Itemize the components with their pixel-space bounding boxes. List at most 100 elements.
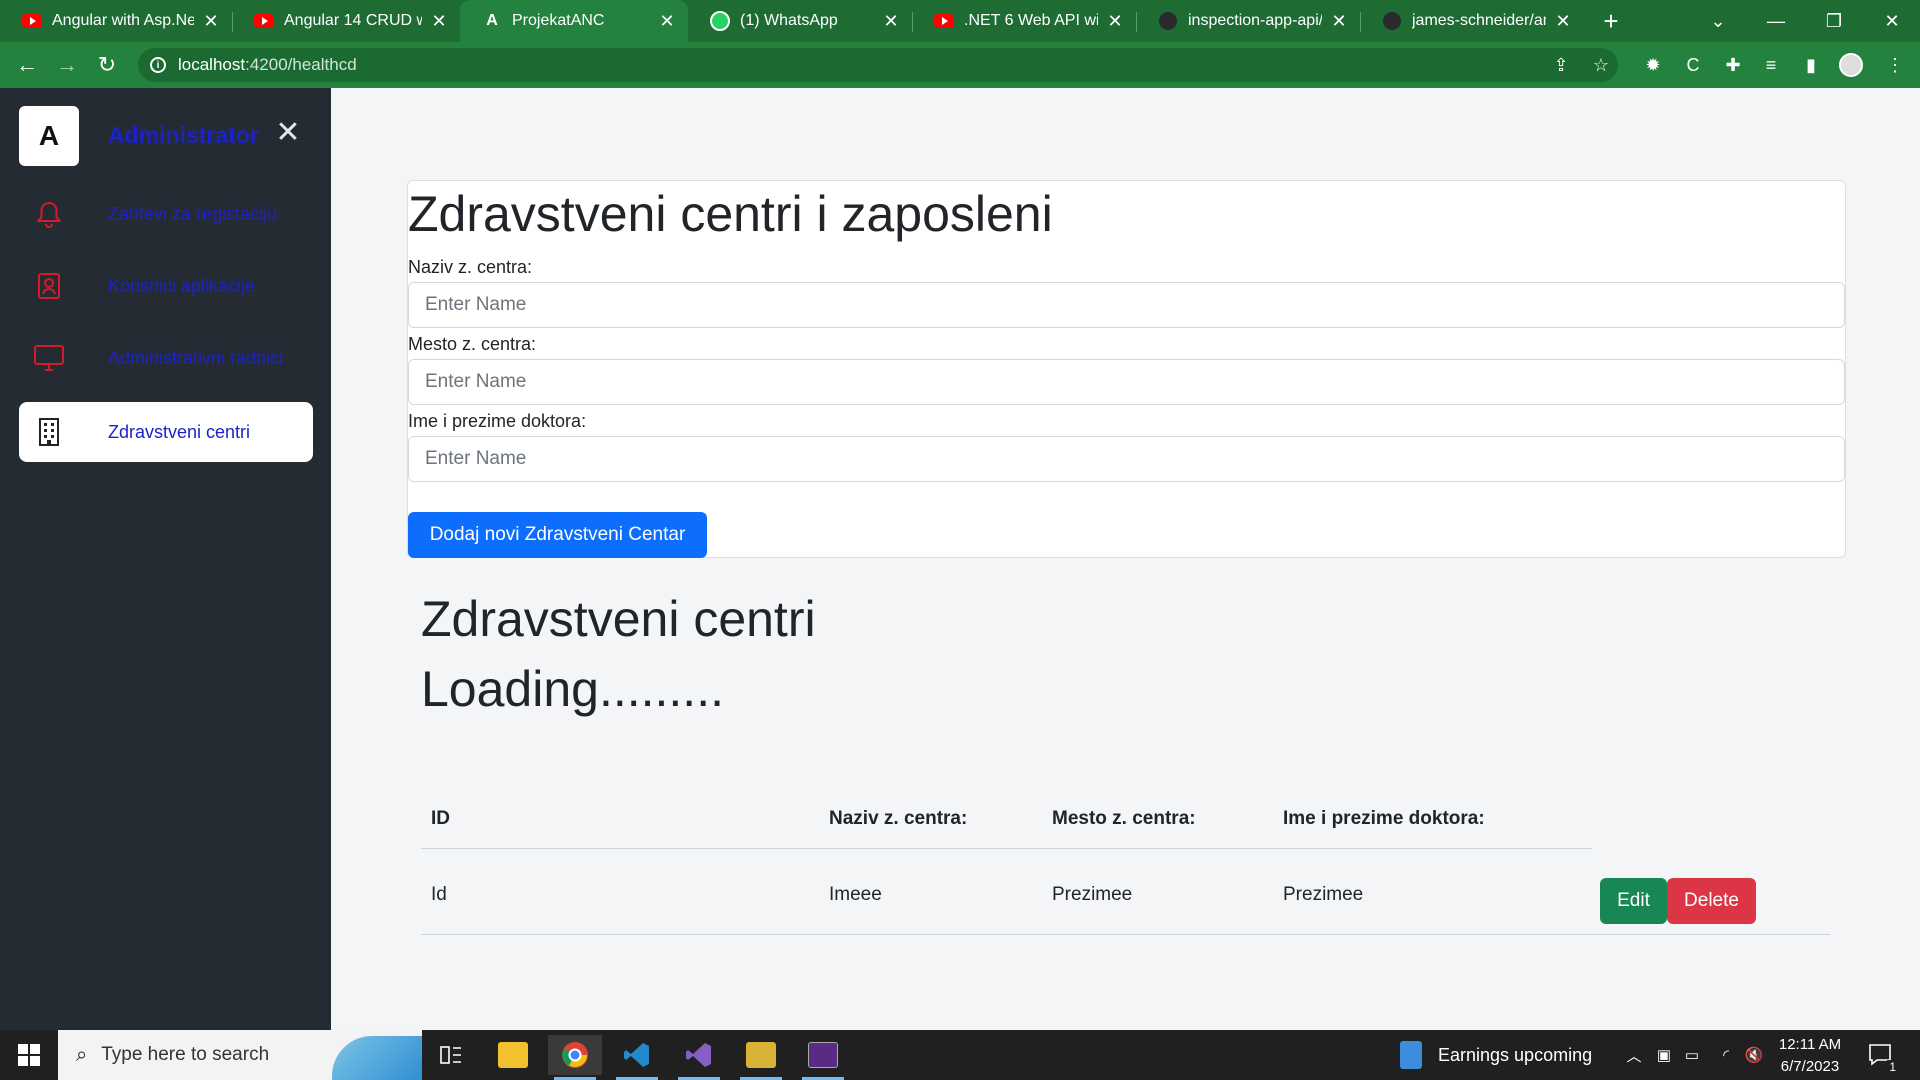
bookmark-star-icon[interactable]: ☆ [1586,50,1616,80]
vscode-icon[interactable] [610,1035,664,1080]
battery-icon[interactable]: ▭ [1678,1030,1706,1080]
close-tab-icon[interactable]: ✕ [1104,10,1126,32]
column-header-id: ID [431,808,450,829]
sidebar-item-label: Korisnici aplikacije [108,275,256,296]
extension-c-icon[interactable]: C [1678,50,1708,80]
terminal-icon[interactable] [796,1035,850,1080]
close-tab-icon[interactable]: ✕ [1552,10,1574,32]
news-widget[interactable]: Earnings upcoming [1400,1030,1592,1080]
sidebar-item-health-centers[interactable]: Zdravstveni centri [19,402,313,462]
building-icon [19,417,79,447]
show-hidden-icons-chevron-icon[interactable]: ︿ [1620,1030,1648,1080]
system-clock[interactable]: 12:11 AM 6/7/2023 [1770,1034,1850,1078]
add-health-center-button[interactable]: Dodaj novi Zdravstveni Centar [408,512,707,558]
edit-button[interactable]: Edit [1600,878,1667,924]
news-document-icon [1400,1041,1422,1069]
close-tab-icon[interactable]: ✕ [428,10,450,32]
doctor-name-input[interactable] [408,436,1845,482]
close-tab-icon[interactable]: ✕ [200,10,222,32]
angular-icon: A [486,12,498,29]
browser-tab-strip: Angular with Asp.Net ✕ Angular 14 CRUD w… [0,0,1920,42]
site-info-icon[interactable]: i [150,57,166,73]
visual-studio-icon[interactable] [672,1035,726,1080]
file-explorer-icon[interactable] [486,1035,540,1075]
sidebar-item-app-users[interactable]: Korisnici aplikacije [19,256,313,316]
extension-bug-icon[interactable]: ✹ [1638,50,1668,80]
side-panel-icon[interactable]: ▮ [1796,50,1826,80]
column-header-doctor: Ime i prezime doktora: [1283,808,1485,829]
profile-avatar-icon[interactable] [1836,50,1866,80]
youtube-icon [934,11,954,31]
cell-center-city: Prezimee [1052,884,1133,905]
center-name-input[interactable] [408,282,1845,328]
search-placeholder: Type here to search [101,1044,270,1065]
browser-tab[interactable]: .NET 6 Web API with E ✕ [912,0,1136,42]
start-button[interactable] [0,1030,58,1080]
sidebar-item-admin-workers[interactable]: Administrativni radnici [19,328,313,388]
close-tab-icon[interactable]: ✕ [1328,10,1350,32]
extensions-puzzle-icon[interactable]: ✚ [1718,50,1748,80]
github-icon [1382,11,1402,31]
search-highlight-art [332,1036,422,1080]
youtube-icon [254,11,274,31]
delete-button[interactable]: Delete [1667,878,1756,924]
taskbar-search[interactable]: ⌕ Type here to search [58,1030,422,1080]
minimize-icon[interactable]: — [1748,0,1804,42]
notification-count: 1 [1887,1060,1898,1074]
forward-arrow-icon[interactable]: → [52,50,82,80]
close-sidebar-icon[interactable]: ✕ [274,116,302,149]
tab-title: Angular 14 CRUD wit [284,12,422,29]
wifi-icon[interactable]: ◜ [1712,1030,1740,1080]
list-title: Zdravstveni centri [421,591,816,647]
youtube-icon [22,11,42,31]
brand-logo: A [19,106,79,166]
chrome-taskbar-icon[interactable] [548,1035,602,1080]
sql-server-management-icon[interactable] [734,1035,788,1080]
close-tab-icon[interactable]: ✕ [656,10,678,32]
url-host: localhost [178,55,246,74]
chrome-menu-icon[interactable]: ⋮ [1880,50,1910,80]
close-window-icon[interactable]: ✕ [1864,0,1920,42]
new-tab-icon[interactable]: + [1596,6,1626,36]
browser-tab[interactable]: (1) WhatsApp ✕ [688,0,912,42]
reload-icon[interactable]: ↻ [92,50,122,80]
close-tab-icon[interactable]: ✕ [880,10,902,32]
monitor-icon [19,344,79,372]
share-icon[interactable]: ⇪ [1546,50,1576,80]
tab-title: (1) WhatsApp [740,12,838,29]
field-label-center-city: Mesto z. centra: [408,334,537,354]
whatsapp-icon [710,11,730,31]
windows-logo-icon [18,1044,40,1066]
sidebar-item-registration-requests[interactable]: Zahtevi za registaciju [19,184,313,244]
bell-icon [19,200,79,228]
clock-time: 12:11 AM [1778,1036,1842,1053]
reading-list-icon[interactable]: ≡ [1756,50,1786,80]
search-icon: ⌕ [76,1043,88,1066]
tab-title: ProjekatANC [512,12,605,29]
restore-icon[interactable]: ❐ [1806,0,1862,42]
meet-now-icon[interactable]: ▣ [1650,1030,1678,1080]
sidebar: A Administrator ✕ Zahtevi za registaciju… [0,88,331,1030]
browser-toolbar: ← → ↻ i localhost:4200/healthcd ⇪ ☆ ✹ C … [0,42,1920,88]
browser-tab[interactable]: inspection-app-api/In ✕ [1136,0,1360,42]
browser-tab[interactable]: james-schneider/angu ✕ [1360,0,1584,42]
browser-tab[interactable]: Angular 14 CRUD wit ✕ [232,0,460,42]
browser-tab-active[interactable]: A ProjekatANC ✕ [460,0,688,42]
notifications-icon[interactable]: 1 [1866,1040,1898,1074]
field-label-center-name: Naziv z. centra: [408,257,533,277]
table-row-divider [421,934,1830,935]
browser-tab[interactable]: Angular with Asp.Net ✕ [0,0,232,42]
back-arrow-icon[interactable]: ← [12,50,42,80]
task-view-icon[interactable] [424,1035,478,1075]
tab-title: inspection-app-api/In [1188,12,1322,29]
center-city-input[interactable] [408,359,1845,405]
field-label-doctor-name: Ime i prezime doktora: [408,411,587,431]
tab-title: .NET 6 Web API with E [964,12,1098,29]
tab-search-chevron-icon[interactable]: ⌄ [1690,0,1746,42]
address-bar[interactable]: i localhost:4200/healthcd [138,48,1618,82]
tab-title: james-schneider/angu [1412,12,1546,29]
volume-muted-icon[interactable]: 🔇 [1740,1030,1768,1080]
loading-text: Loading......... [421,661,724,717]
url-path: :4200/healthcd [245,55,357,74]
news-text: Earnings upcoming [1438,1044,1593,1065]
